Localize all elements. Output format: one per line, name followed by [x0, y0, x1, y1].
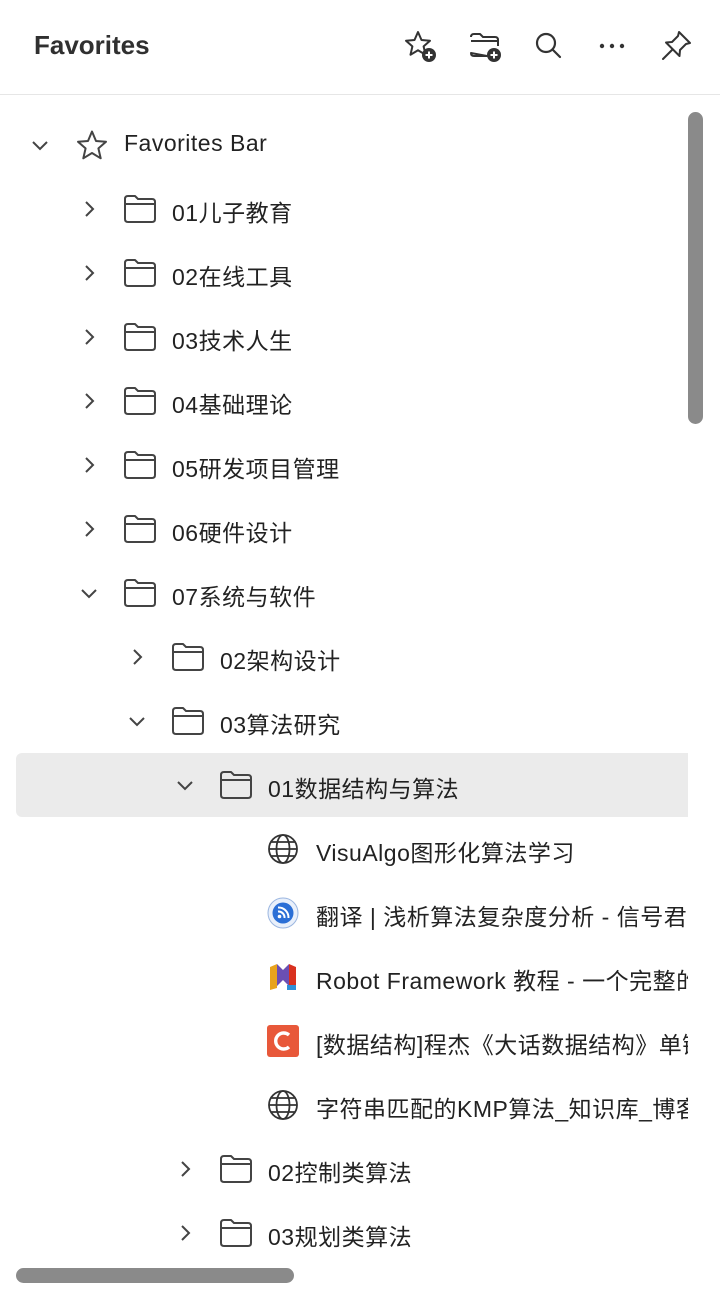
tree-root-favorites-bar[interactable]: Favorites Bar — [16, 113, 688, 177]
folder-row[interactable]: 01儿子教育 — [16, 177, 688, 241]
ml-site-icon — [267, 961, 299, 993]
folder-icon — [123, 513, 157, 545]
tree-item-label: 07系统与软件 — [172, 584, 317, 610]
tree-item-label: Favorites Bar — [124, 130, 268, 156]
tree-item-label: 01数据结构与算法 — [268, 776, 460, 802]
bookmark-row[interactable]: [数据结构]程杰《大话数据结构》单链 — [16, 1009, 688, 1073]
rss-site-icon — [267, 897, 299, 929]
page-title: Favorites — [34, 30, 150, 60]
chevron-down-icon[interactable] — [77, 581, 101, 605]
folder-row[interactable]: 07系统与软件 — [16, 561, 688, 625]
folder-row[interactable]: 02在线工具 — [16, 241, 688, 305]
tree-item-label: 04基础理论 — [172, 392, 293, 418]
pin-icon — [662, 31, 691, 60]
add-folder-icon — [470, 33, 501, 62]
pin-button[interactable] — [656, 26, 696, 66]
folder-icon — [219, 769, 253, 801]
tree-item-label: Robot Framework 教程 - 一个完整的 — [316, 968, 688, 994]
folder-icon — [123, 577, 157, 609]
tree-item-label: 01儿子教育 — [172, 200, 293, 226]
chevron-down-icon[interactable] — [28, 133, 52, 157]
tree-item-label: 03算法研究 — [220, 712, 341, 738]
folder-icon — [171, 705, 205, 737]
search-button[interactable] — [528, 26, 568, 66]
chevron-right-icon[interactable] — [77, 261, 101, 285]
bookmark-row[interactable]: 字符串匹配的KMP算法_知识库_博客 — [16, 1073, 688, 1137]
vertical-scrollbar[interactable] — [688, 112, 703, 424]
favorites-tree: Favorites Bar 01儿子教育 02在线工具 03技术人生 04基础理… — [0, 96, 690, 1256]
globe-icon — [267, 833, 299, 865]
folder-row[interactable]: 03算法研究 — [16, 689, 688, 753]
chevron-down-icon[interactable] — [173, 773, 197, 797]
search-icon — [535, 32, 562, 59]
tree-item-label: 02控制类算法 — [268, 1160, 413, 1186]
more-icon — [599, 43, 625, 49]
folder-icon — [219, 1153, 253, 1185]
tree-item-label: 03技术人生 — [172, 328, 293, 354]
folder-row[interactable]: 03规划类算法 — [16, 1201, 688, 1256]
chevron-right-icon[interactable] — [173, 1221, 197, 1245]
tree-item-label: 06硬件设计 — [172, 520, 293, 546]
tree-item-label: 翻译 | 浅析算法复杂度分析 - 信号君 — [316, 904, 688, 930]
tree-item-label: 02架构设计 — [220, 648, 341, 674]
c-site-icon — [267, 1025, 299, 1057]
folder-icon — [123, 257, 157, 289]
add-favorite-icon — [405, 31, 436, 62]
tree-item-label: [数据结构]程杰《大话数据结构》单链 — [316, 1032, 688, 1058]
star-icon — [74, 128, 110, 164]
tree-item-label: 05研发项目管理 — [172, 456, 340, 482]
add-folder-button[interactable] — [465, 26, 505, 66]
folder-row[interactable]: 06硬件设计 — [16, 497, 688, 561]
tree-item-label: VisuAlgo图形化算法学习 — [316, 840, 575, 866]
favorites-header: Favorites — [0, 0, 720, 95]
folder-row[interactable]: 05研发项目管理 — [16, 433, 688, 497]
globe-icon — [267, 1089, 299, 1121]
folder-row[interactable]: 02架构设计 — [16, 625, 688, 689]
more-options-button[interactable] — [592, 26, 632, 66]
bookmark-row[interactable]: Robot Framework 教程 - 一个完整的 — [16, 945, 688, 1009]
folder-icon — [171, 641, 205, 673]
tree-item-label: 02在线工具 — [172, 264, 293, 290]
folder-icon — [123, 449, 157, 481]
horizontal-scrollbar[interactable] — [16, 1268, 294, 1283]
chevron-right-icon[interactable] — [77, 197, 101, 221]
chevron-right-icon[interactable] — [125, 645, 149, 669]
tree-item-label: 字符串匹配的KMP算法_知识库_博客 — [316, 1096, 688, 1122]
tree-item-label: 03规划类算法 — [268, 1224, 413, 1250]
chevron-right-icon[interactable] — [173, 1157, 197, 1181]
bookmark-row[interactable]: VisuAlgo图形化算法学习 — [16, 817, 688, 881]
folder-row[interactable]: 04基础理论 — [16, 369, 688, 433]
folder-row-selected[interactable]: 01数据结构与算法 — [16, 753, 688, 817]
chevron-right-icon[interactable] — [77, 389, 101, 413]
folder-icon — [219, 1217, 253, 1249]
chevron-right-icon[interactable] — [77, 325, 101, 349]
chevron-right-icon[interactable] — [77, 517, 101, 541]
bookmark-row[interactable]: 翻译 | 浅析算法复杂度分析 - 信号君 — [16, 881, 688, 945]
folder-icon — [123, 385, 157, 417]
folder-row[interactable]: 03技术人生 — [16, 305, 688, 369]
chevron-down-icon[interactable] — [125, 709, 149, 733]
folder-icon — [123, 193, 157, 225]
chevron-right-icon[interactable] — [77, 453, 101, 477]
folder-icon — [123, 321, 157, 353]
add-favorite-button[interactable] — [400, 26, 440, 66]
folder-row[interactable]: 02控制类算法 — [16, 1137, 688, 1201]
